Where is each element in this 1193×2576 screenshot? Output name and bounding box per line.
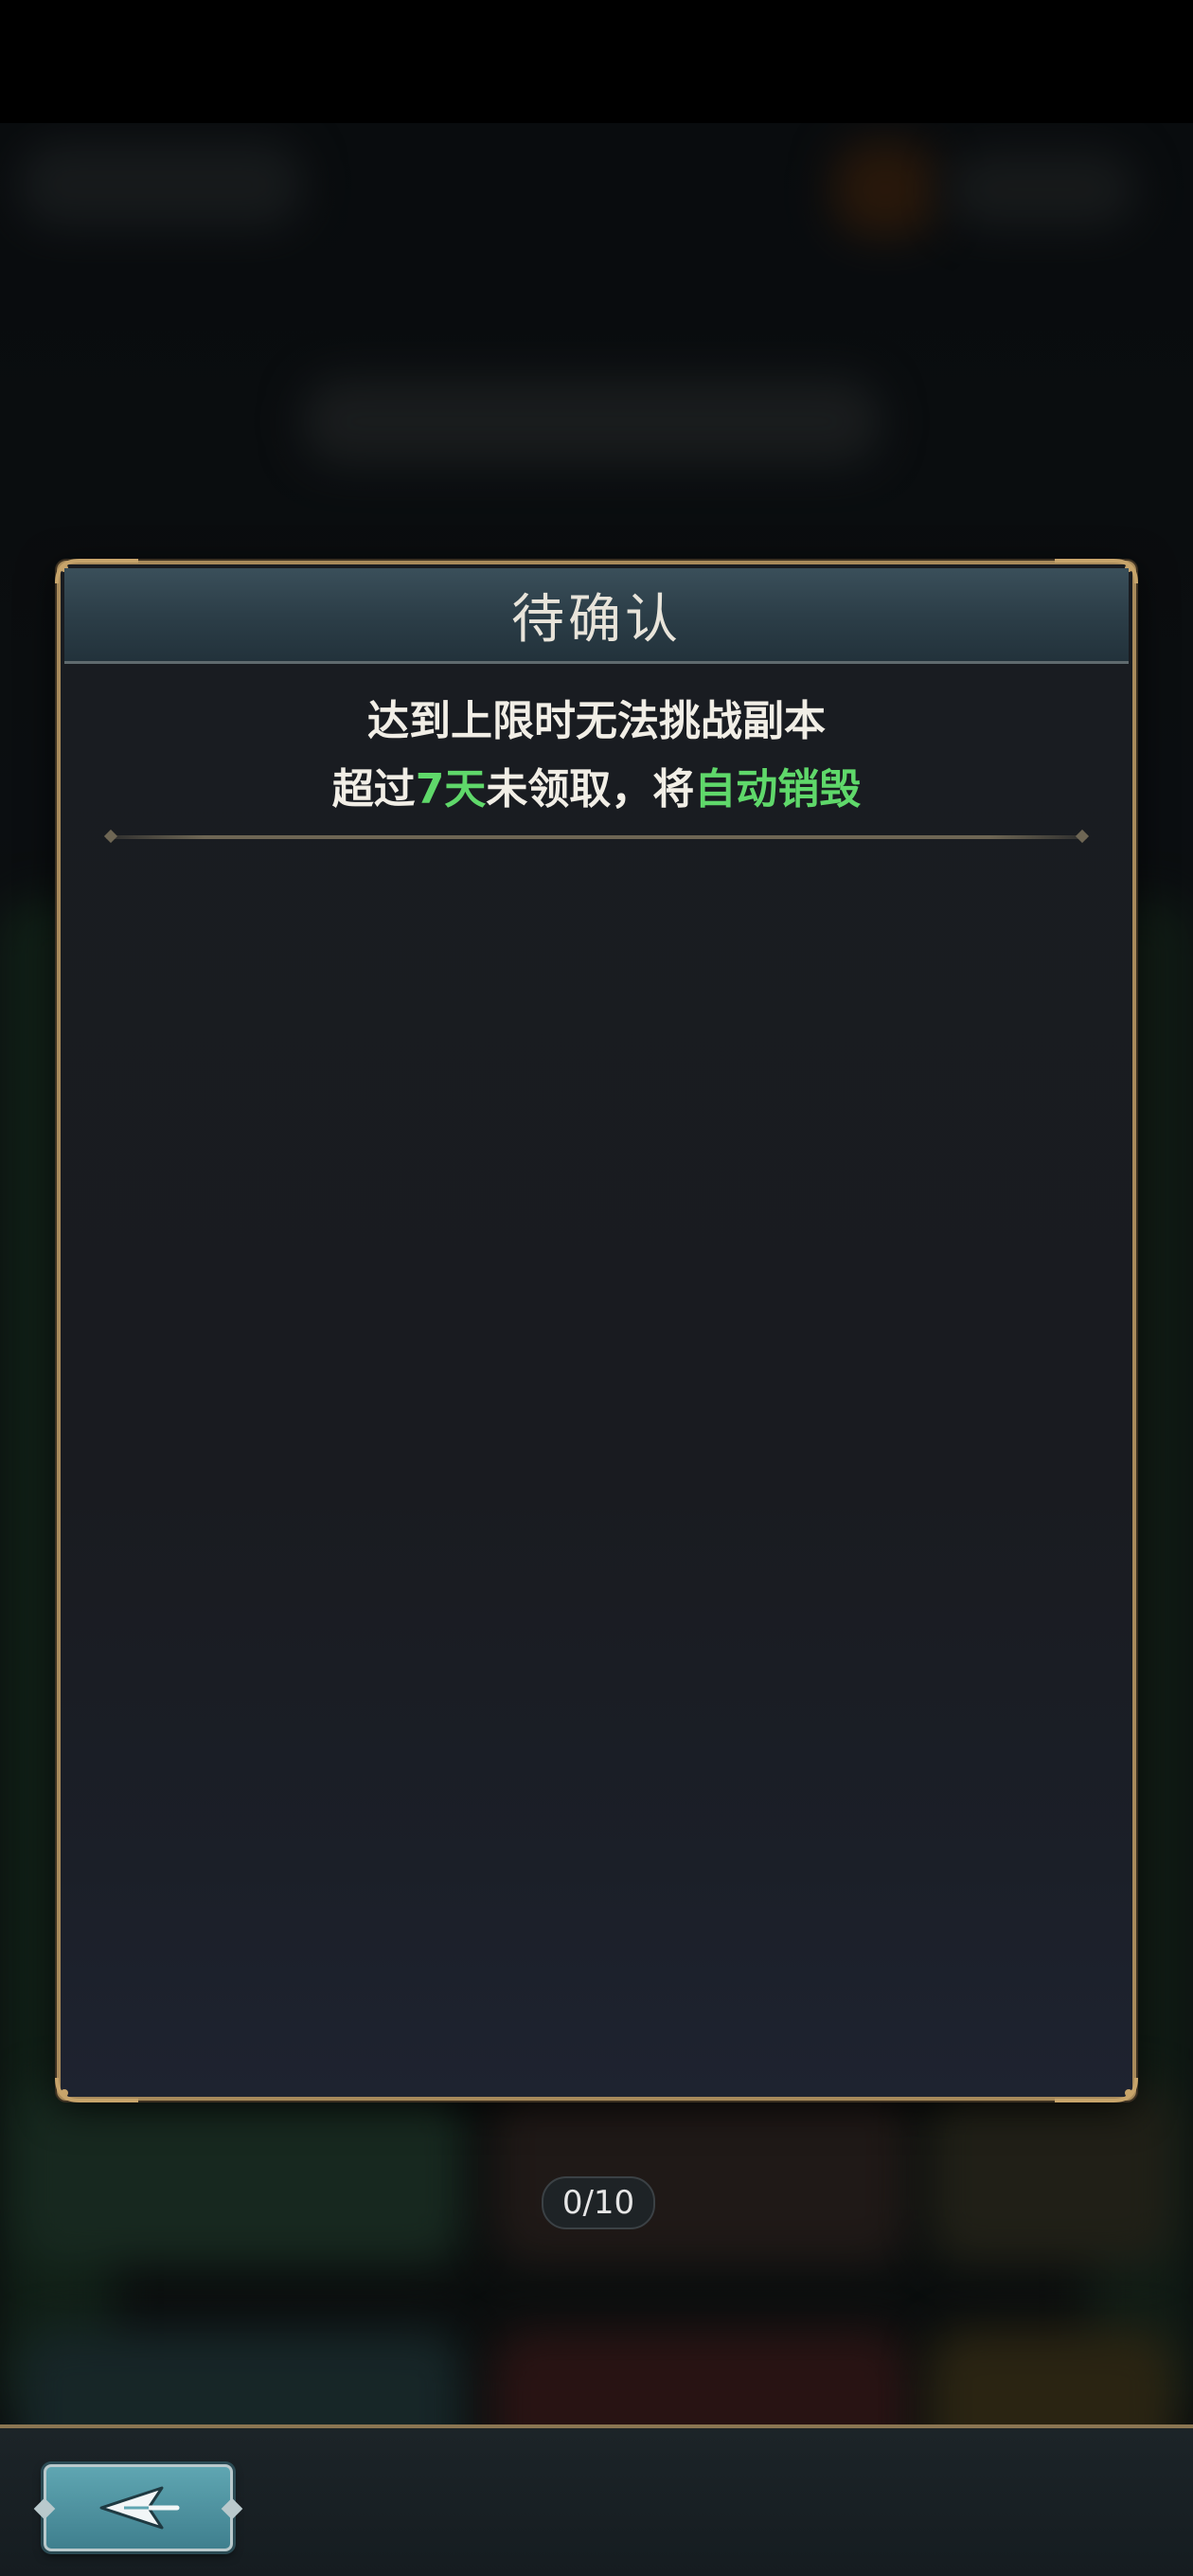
notice-line-2-middle: 未领取，将 xyxy=(486,765,695,814)
pending-items-list[interactable] xyxy=(68,858,1125,2089)
screen: 待确认 达到上限时无法挑战副本 超过7天未领取，将自动销毁 0/10 xyxy=(0,0,1193,2576)
back-button[interactable] xyxy=(33,2464,243,2551)
divider xyxy=(103,829,1090,844)
button-ornament-icon xyxy=(221,2497,243,2520)
notice-auto-destroy-highlight: 自动销毁 xyxy=(694,765,862,814)
divider-dot-icon xyxy=(1075,829,1090,844)
button-ornament-icon xyxy=(33,2497,56,2520)
divider-dot-icon xyxy=(103,829,118,844)
confirm-dialog: 待确认 达到上限时无法挑战副本 超过7天未领取，将自动销毁 xyxy=(55,559,1138,2102)
status-bar-area xyxy=(0,0,1193,123)
notice-days-highlight: 7天 xyxy=(415,765,487,814)
notice-line-1: 达到上限时无法挑战副本 xyxy=(367,697,826,745)
notice-line-2: 超过7天未领取，将自动销毁 xyxy=(61,756,1132,824)
bottom-bar xyxy=(0,2424,1193,2576)
dialog-header: 待确认 xyxy=(64,568,1129,664)
notice-text: 达到上限时无法挑战副本 超过7天未领取，将自动销毁 xyxy=(61,688,1132,824)
page-counter: 0/10 xyxy=(542,2176,655,2229)
back-arrow-icon xyxy=(99,2486,180,2530)
notice-line-2-prefix: 超过 xyxy=(331,765,416,814)
dialog-title: 待确认 xyxy=(511,588,682,651)
